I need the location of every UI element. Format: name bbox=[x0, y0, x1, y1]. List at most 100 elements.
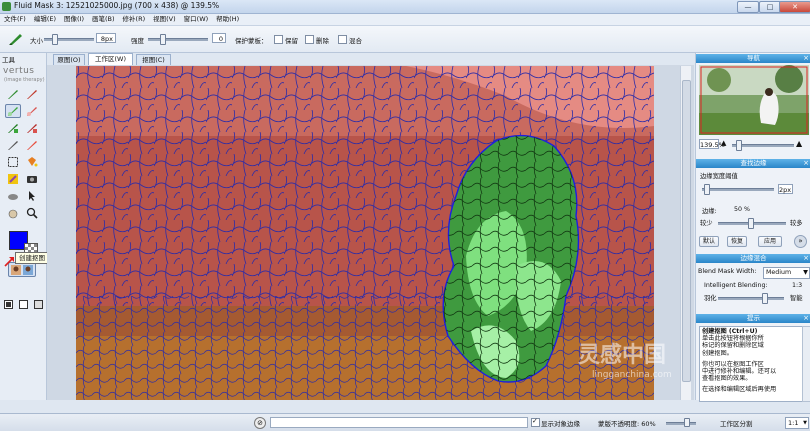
edge-width-label: 边缘宽度阈值 bbox=[700, 173, 738, 180]
menu-brush[interactable]: 画笔(B) bbox=[88, 14, 119, 25]
zoom-in-icon[interactable]: ▲ bbox=[796, 139, 802, 148]
zoom-slider-thumb[interactable] bbox=[736, 140, 742, 151]
intelligent-blending-value: 1:3 bbox=[792, 282, 803, 289]
smart-label: 智能 bbox=[790, 295, 803, 302]
blend-slider[interactable] bbox=[718, 297, 784, 300]
delete-label: 删除 bbox=[316, 37, 329, 45]
maximize-button[interactable]: □ bbox=[759, 1, 781, 13]
view-mode-2-icon[interactable] bbox=[18, 299, 29, 310]
eraser-tool-icon[interactable] bbox=[5, 189, 21, 203]
tab-original[interactable]: 原图(O) bbox=[53, 54, 85, 65]
find-edges-header: 查找边缘 × bbox=[696, 159, 810, 168]
opacity-slider-thumb[interactable] bbox=[684, 418, 690, 427]
patch-tool-icon[interactable] bbox=[5, 172, 21, 186]
apply-button[interactable]: 应用 bbox=[758, 236, 782, 247]
protect-mask-label: 保护蒙板： bbox=[235, 37, 268, 45]
delete-checkbox[interactable] bbox=[305, 35, 314, 44]
blend-slider-thumb[interactable] bbox=[762, 293, 768, 304]
vertus-tagline: (image therapy) bbox=[4, 77, 45, 83]
close-icon[interactable]: × bbox=[803, 254, 809, 263]
show-edges-label: 显示对象边缘 bbox=[541, 420, 580, 428]
close-icon[interactable]: × bbox=[803, 54, 809, 63]
less-label: 较少 bbox=[700, 220, 713, 227]
ratio-select[interactable]: 1:1 ▼ bbox=[785, 417, 809, 429]
close-icon[interactable]: × bbox=[803, 314, 809, 323]
menu-edit[interactable]: 编辑(E) bbox=[30, 14, 60, 25]
default-button[interactable]: 默认 bbox=[699, 236, 719, 247]
local-delete-brush-tool-icon[interactable] bbox=[24, 104, 40, 118]
menu-patch[interactable]: 修补(R) bbox=[119, 14, 150, 25]
size-slider-thumb[interactable] bbox=[52, 34, 58, 45]
rect-select-tool-icon[interactable] bbox=[5, 155, 21, 169]
workspace-split-label: 工作区分割 bbox=[720, 420, 753, 428]
close-button[interactable]: ✕ bbox=[779, 1, 810, 13]
tips-header: 提示 × bbox=[696, 314, 810, 323]
menu-file[interactable]: 文件(F) bbox=[0, 14, 30, 25]
mask-opacity-label: 蒙版不透明度: 60% bbox=[598, 420, 656, 428]
feather-label: 羽化 bbox=[704, 295, 717, 302]
tips-line: 在选择和编辑区域后再使用 bbox=[702, 386, 777, 394]
hardness-slider[interactable] bbox=[148, 38, 208, 41]
close-icon[interactable]: × bbox=[803, 159, 809, 168]
blend-brush-tool-icon[interactable] bbox=[5, 138, 21, 152]
blend-width-select[interactable]: Medium ▼ bbox=[763, 267, 810, 279]
show-edges-checkbox[interactable]: ✓ bbox=[531, 417, 540, 427]
chevron-down-icon: ▼ bbox=[803, 420, 807, 426]
zoom-value[interactable]: 139.5% bbox=[699, 139, 725, 149]
keep-brush-tool-icon[interactable] bbox=[5, 87, 21, 101]
tips-line: 你也可以在抠图工作区 bbox=[702, 360, 764, 368]
camera-tool-icon[interactable] bbox=[24, 172, 40, 186]
cancel-icon[interactable]: ⊘ bbox=[254, 417, 266, 429]
scroll-thumb[interactable] bbox=[682, 80, 691, 382]
minimize-button[interactable]: — bbox=[737, 1, 759, 13]
hardness-slider-thumb[interactable] bbox=[160, 34, 166, 45]
view-mode-3-icon[interactable] bbox=[33, 299, 44, 310]
delete-brush-tool-icon[interactable] bbox=[24, 87, 40, 101]
edge-blend-title: 边缘混合 bbox=[740, 254, 767, 262]
menu-view[interactable]: 视图(V) bbox=[149, 14, 180, 25]
tab-workspace[interactable]: 工作区(W) bbox=[88, 53, 133, 65]
blend-checkbox[interactable] bbox=[338, 35, 347, 44]
image-canvas[interactable] bbox=[76, 66, 654, 400]
brush-icon bbox=[9, 34, 22, 45]
tips-line: 标记的保留和删除区域 bbox=[702, 342, 764, 350]
vertical-scrollbar[interactable] bbox=[680, 66, 691, 400]
opacity-slider[interactable] bbox=[666, 422, 696, 425]
menu-window[interactable]: 窗口(W) bbox=[180, 14, 213, 25]
size-value[interactable]: 8px bbox=[96, 33, 116, 43]
watermark-url: lingganchina.com bbox=[592, 370, 672, 380]
thumbnail-image bbox=[699, 65, 809, 135]
navigator-header: 导航 × bbox=[696, 54, 810, 63]
hand-tool-icon[interactable] bbox=[5, 206, 21, 220]
menu-image[interactable]: 图像(I) bbox=[60, 14, 88, 25]
tips-line: 查看抠图的效果。 bbox=[702, 375, 752, 383]
tips-scrollbar[interactable] bbox=[802, 326, 810, 402]
tab-cutout[interactable]: 抠图(C) bbox=[136, 54, 171, 65]
expand-icon[interactable]: » bbox=[794, 235, 807, 248]
edge-width-slider-thumb[interactable] bbox=[704, 184, 710, 195]
exact-keep-brush-tool-icon[interactable] bbox=[5, 121, 21, 135]
zoom-tool-icon[interactable] bbox=[24, 206, 40, 220]
checkmark-icon: ✓ bbox=[532, 417, 538, 425]
keep-checkbox[interactable] bbox=[274, 35, 283, 44]
zoom-out-icon[interactable]: ▲ bbox=[721, 139, 726, 147]
tools-title: 工具 bbox=[2, 56, 15, 64]
navigator-thumbnail[interactable] bbox=[699, 65, 809, 135]
app-icon bbox=[2, 2, 11, 11]
title-bar: Fluid Mask 3: 12521025000.jpg (700 x 438… bbox=[0, 0, 810, 14]
hardness-value[interactable]: 0 bbox=[212, 33, 226, 43]
view-mode-1-icon[interactable] bbox=[3, 299, 14, 310]
fill-tool-icon[interactable] bbox=[24, 155, 40, 169]
exact-delete-brush-tool-icon[interactable] bbox=[24, 121, 40, 135]
local-keep-brush-tool-icon[interactable] bbox=[5, 104, 21, 118]
pointer-tool-icon[interactable] bbox=[24, 189, 40, 203]
edge-width-slider[interactable] bbox=[702, 188, 774, 191]
edge-width-value[interactable]: 2px bbox=[778, 184, 793, 194]
restore-button[interactable]: 恢复 bbox=[727, 236, 747, 247]
find-edges-title: 查找边缘 bbox=[740, 159, 767, 167]
progress-bar bbox=[270, 417, 528, 428]
edge-amount-slider-thumb[interactable] bbox=[748, 218, 754, 229]
red-brush-tool-icon[interactable] bbox=[24, 138, 40, 152]
menu-help[interactable]: 帮助(H) bbox=[212, 14, 243, 25]
navigator-title: 导航 bbox=[747, 54, 760, 62]
